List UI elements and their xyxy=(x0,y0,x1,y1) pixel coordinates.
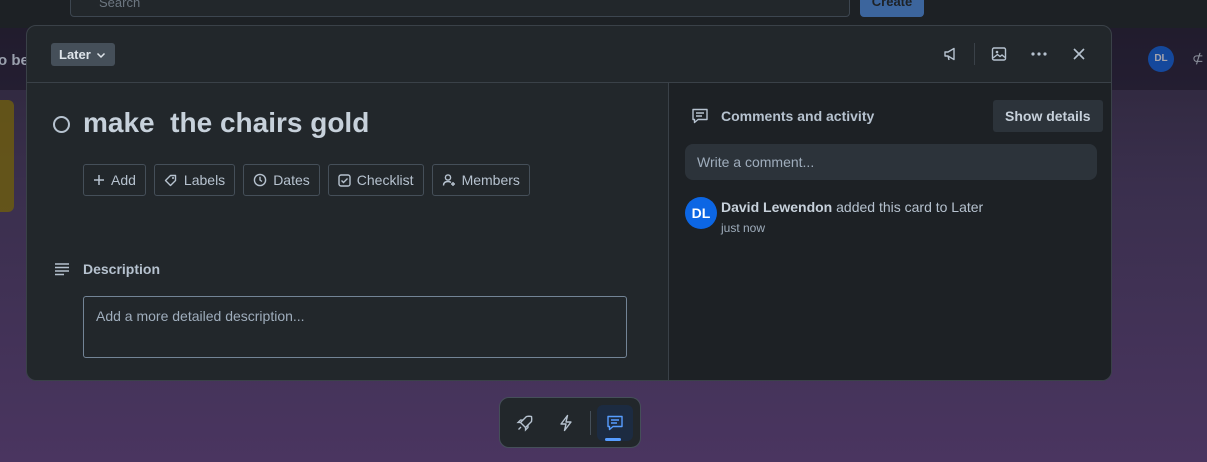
modal-header: Later xyxy=(27,26,1111,83)
top-app-bar: Search Create xyxy=(0,0,1207,28)
description-input[interactable] xyxy=(83,296,627,358)
card-action-row: Add Labels Dates Checklist Members xyxy=(83,164,530,196)
ellipsis-icon xyxy=(1031,52,1047,56)
dates-button[interactable]: Dates xyxy=(243,164,320,196)
global-search-input[interactable]: Search xyxy=(70,0,850,17)
activity-panel: Comments and activity Show details DL Da… xyxy=(668,83,1111,380)
add-button[interactable]: Add xyxy=(83,164,146,196)
checklist-button[interactable]: Checklist xyxy=(327,164,424,196)
member-avatar[interactable]: DL xyxy=(1148,46,1174,72)
close-button[interactable] xyxy=(1065,40,1093,68)
plus-icon xyxy=(94,175,104,185)
card-detail-modal: Later make the chairs gold Add Labels Da… xyxy=(26,25,1112,381)
activity-user[interactable]: David Lewendon xyxy=(721,199,832,215)
chevron-down-icon xyxy=(96,52,105,58)
activity-entry: David Lewendon added this card to Later xyxy=(721,199,983,215)
dock-divider xyxy=(590,411,591,435)
comment-input[interactable] xyxy=(685,144,1097,180)
add-person-icon xyxy=(442,174,455,186)
board-menu-fragment[interactable]: ⊄ xyxy=(1192,50,1204,67)
background-card[interactable] xyxy=(0,100,14,212)
card-main-panel: make the chairs gold Add Labels Dates Ch… xyxy=(27,83,668,380)
image-icon xyxy=(991,47,1007,61)
comment-icon xyxy=(692,108,708,124)
labels-button[interactable]: Labels xyxy=(153,164,236,196)
card-title[interactable]: make the chairs gold xyxy=(83,107,369,139)
activity-timestamp[interactable]: just now xyxy=(721,221,765,235)
avatar[interactable]: DL xyxy=(685,197,717,229)
board-name[interactable]: o be xyxy=(0,52,29,69)
labels-label: Labels xyxy=(183,172,226,188)
members-label: Members xyxy=(461,172,520,188)
search-placeholder: Search xyxy=(99,0,141,10)
members-button[interactable]: Members xyxy=(431,164,530,196)
megaphone-icon xyxy=(944,47,955,61)
add-label: Add xyxy=(111,172,136,188)
announce-button[interactable] xyxy=(937,40,965,68)
activity-heading: Comments and activity xyxy=(721,108,875,124)
list-selector[interactable]: Later xyxy=(51,43,115,66)
power-ups-button[interactable] xyxy=(507,405,543,441)
tag-icon xyxy=(164,174,177,187)
description-heading: Description xyxy=(83,261,161,277)
create-label: Create xyxy=(871,0,913,9)
activity-text: added this card to Later xyxy=(832,199,984,215)
header-divider xyxy=(974,43,975,65)
cover-button[interactable] xyxy=(985,40,1013,68)
clock-icon xyxy=(253,173,267,187)
list-name: Later xyxy=(59,47,91,62)
rocket-icon xyxy=(516,415,533,432)
complete-checkbox[interactable] xyxy=(53,116,70,133)
more-options-button[interactable] xyxy=(1025,40,1053,68)
lightning-icon xyxy=(560,414,572,432)
automation-button[interactable] xyxy=(548,405,584,441)
comments-toggle-button[interactable] xyxy=(597,405,633,441)
dates-label: Dates xyxy=(273,172,310,188)
bottom-dock xyxy=(499,397,641,448)
comment-icon xyxy=(607,415,623,431)
description-icon xyxy=(55,263,69,276)
active-indicator xyxy=(605,438,621,441)
create-button[interactable]: Create xyxy=(860,0,924,17)
show-details-label: Show details xyxy=(1005,108,1091,124)
close-icon xyxy=(1073,48,1085,60)
checklist-label: Checklist xyxy=(356,172,414,188)
show-details-button[interactable]: Show details xyxy=(993,100,1103,132)
checkbox-icon xyxy=(338,173,351,187)
